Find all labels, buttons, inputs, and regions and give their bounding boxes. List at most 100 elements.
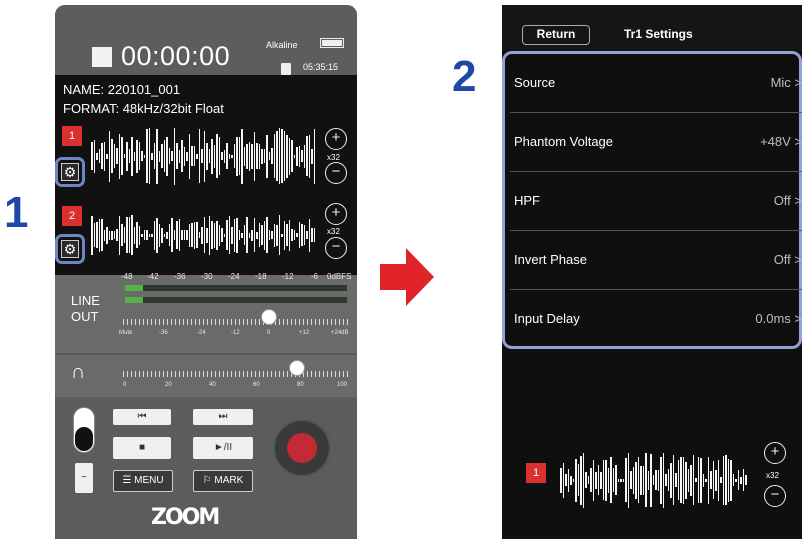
setting-label: Input Delay — [514, 311, 580, 326]
waveform-bar — [745, 475, 747, 485]
zoom-out-icon[interactable]: − — [325, 162, 347, 184]
setting-label: Invert Phase — [514, 252, 587, 267]
waveform-bar — [248, 232, 250, 238]
line-out-scale-label: +24dB — [331, 330, 349, 336]
headphone-slider-knob[interactable] — [289, 360, 305, 376]
meter-scale-label: 0dBFS — [327, 272, 352, 281]
waveform-bar — [138, 225, 140, 245]
waveform-bar — [665, 474, 667, 486]
line-out-slider-knob[interactable] — [261, 309, 277, 325]
zoom-out-icon[interactable]: − — [764, 485, 786, 507]
power-switch[interactable]: ~ — [75, 463, 93, 493]
waveform-bar — [108, 130, 110, 182]
waveform-bar — [191, 223, 193, 247]
setting-value: +48V > — [760, 134, 802, 149]
waveform-bar — [278, 128, 280, 184]
zoom-out-icon[interactable]: − — [325, 237, 347, 259]
zoom-in-icon[interactable]: + — [325, 203, 347, 225]
setting-row-phantom-voltage[interactable]: Phantom Voltage +48V > — [510, 113, 802, 172]
waveform-bar — [585, 472, 587, 488]
waveform-bar — [238, 230, 240, 240]
menu-button[interactable]: ☰ MENU — [113, 470, 173, 492]
step-number-2: 2 — [452, 52, 477, 101]
headphone-scale-label: 80 — [297, 382, 304, 388]
waveform-bar — [221, 152, 223, 160]
hold-switch[interactable] — [73, 407, 95, 453]
waveform-bar — [246, 143, 248, 169]
waveform-bar — [567, 468, 569, 492]
waveform-bar — [136, 139, 138, 173]
waveform-bar — [296, 233, 298, 237]
waveform-bar — [216, 220, 218, 250]
waveform-bar — [650, 453, 652, 507]
waveform-bar — [103, 229, 105, 241]
settings-title: Tr1 Settings — [624, 27, 693, 41]
waveform-bar — [133, 226, 135, 244]
track-2-badge[interactable]: 2 — [62, 206, 82, 226]
waveform-bar — [715, 469, 717, 491]
waveform-bar — [700, 457, 702, 503]
track-2-gear-icon[interactable]: ⚙ — [61, 240, 79, 258]
waveform-bar — [133, 151, 135, 161]
waveform-bar — [725, 455, 727, 505]
track-1-gear-icon[interactable]: ⚙ — [61, 163, 79, 181]
waveform-bar — [587, 476, 589, 484]
waveform-bar — [121, 224, 123, 246]
track-1-badge[interactable]: 1 — [62, 126, 82, 146]
waveform-bar — [158, 223, 160, 247]
waveform-bar — [635, 461, 637, 499]
mark-button[interactable]: ⚐ MARK — [193, 470, 253, 492]
waveform-bar — [148, 233, 150, 237]
headphone-slider-track[interactable] — [123, 371, 349, 377]
waveform-bar — [680, 457, 682, 503]
sd-card-icon — [281, 63, 291, 75]
waveform-bar — [138, 142, 140, 170]
waveform-bar — [123, 227, 125, 243]
rewind-button[interactable]: ⏮ — [113, 409, 171, 425]
setting-value: Off > — [773, 252, 802, 267]
waveform-bar — [266, 217, 268, 253]
stop-status-icon — [92, 47, 112, 67]
waveform-bar — [645, 453, 647, 507]
waveform-bar — [108, 230, 110, 240]
setting-row-input-delay[interactable]: Input Delay 0.0ms > — [510, 290, 802, 349]
meter-scale-label: -30 — [201, 272, 213, 281]
waveform-bar — [251, 229, 253, 241]
meter-scale-label: -24 — [228, 272, 240, 281]
headphone-scale-label: 100 — [337, 382, 348, 388]
play-pause-button[interactable]: ►/II — [193, 437, 253, 459]
zoom-logo: ZOOM — [151, 505, 220, 530]
setting-row-invert-phase[interactable]: Invert Phase Off > — [510, 231, 802, 290]
setting-label: HPF — [514, 193, 540, 208]
setting-row-source[interactable]: Source Mic > — [510, 54, 802, 113]
setting-row-hpf[interactable]: HPF Off > — [510, 172, 802, 231]
meter-scale-label: -18 — [255, 272, 267, 281]
setting-value: 0.0ms > — [755, 311, 802, 326]
waveform-bar — [243, 146, 245, 166]
waveform-bar — [625, 458, 627, 502]
fast-forward-button[interactable]: ⏭ — [193, 409, 253, 425]
waveform-bar — [198, 129, 200, 183]
waveform-bar — [263, 149, 265, 163]
waveform-bar — [301, 224, 303, 246]
waveform-bar — [178, 219, 180, 251]
return-button[interactable]: Return — [522, 25, 590, 45]
record-button[interactable] — [273, 419, 331, 477]
waveform-bar — [627, 452, 629, 508]
zoom-in-icon[interactable]: + — [764, 442, 786, 464]
waveform-bar — [173, 230, 175, 240]
waveform-bar — [128, 149, 130, 163]
waveform-bar — [161, 144, 163, 168]
line-out-slider-track[interactable] — [123, 319, 349, 325]
track-badge[interactable]: 1 — [526, 463, 546, 483]
stop-button[interactable]: ■ — [113, 437, 171, 459]
waveform-bar — [261, 225, 263, 245]
settings-list: Source Mic > Phantom Voltage +48V > HPF … — [502, 51, 802, 349]
track-2-zoom-level: x32 — [327, 227, 340, 236]
waveform-bar — [196, 222, 198, 248]
waveform-bar — [640, 465, 642, 495]
waveform-bar — [171, 218, 173, 252]
waveform-bar — [241, 232, 243, 238]
zoom-in-icon[interactable]: + — [325, 128, 347, 150]
waveform-bar — [91, 215, 93, 255]
